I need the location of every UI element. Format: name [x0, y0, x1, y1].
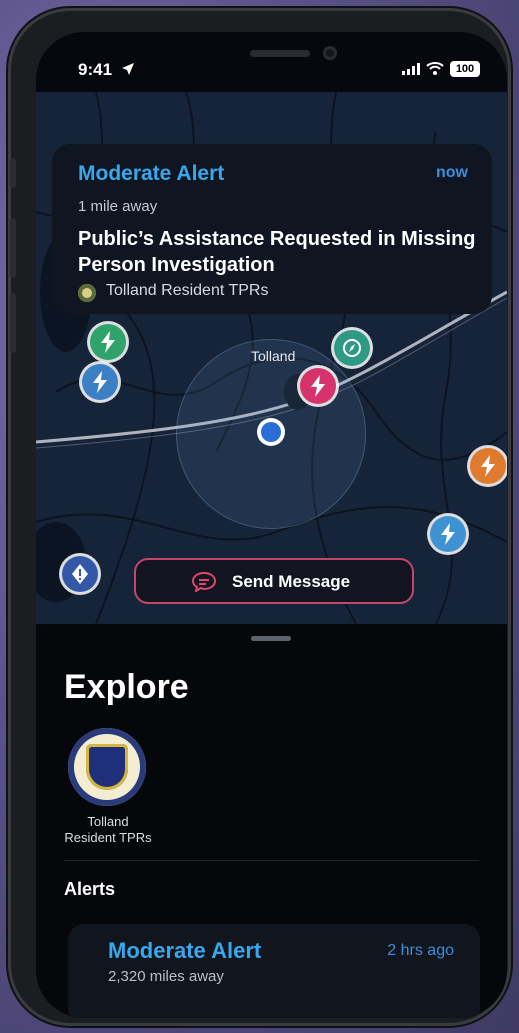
send-message-label: Send Message	[232, 572, 351, 591]
notification-source: Tolland Resident TPRs	[106, 282, 269, 299]
sheet-grabber[interactable]	[251, 636, 291, 641]
agency-name[interactable]: Tolland Resident TPRs	[60, 814, 156, 846]
map-pin-bolt-4[interactable]	[430, 516, 466, 552]
bolt-icon	[481, 455, 495, 477]
map-pin-bolt-3[interactable]	[470, 448, 506, 484]
earpiece-speaker	[250, 50, 310, 57]
volume-up-button	[10, 218, 16, 278]
map-pin-warning[interactable]	[62, 556, 98, 592]
alert-card-distance: 2,320 miles away	[108, 968, 224, 985]
send-message-button[interactable]: Send Message	[134, 558, 414, 604]
bolt-icon	[93, 371, 107, 393]
map-pin-bolt-2[interactable]	[82, 364, 118, 400]
notification-time: now	[436, 164, 468, 181]
alerts-heading: Alerts	[64, 879, 116, 899]
current-location-dot	[261, 422, 281, 442]
explore-title: Explore	[64, 668, 189, 706]
map-pin-compass[interactable]	[334, 330, 370, 366]
front-camera	[323, 46, 337, 60]
notification-distance: 1 mile away	[78, 198, 158, 215]
bolt-icon	[101, 331, 115, 353]
status-bar: 9:41 100	[36, 32, 507, 92]
map-view[interactable]: Tolland Moderate Alert now 1 mile away P…	[36, 92, 507, 624]
location-arrow-icon	[122, 63, 134, 75]
state-police-logo[interactable]	[68, 728, 146, 806]
volume-down-button	[10, 293, 16, 353]
mute-switch	[10, 158, 16, 188]
notification-title: Moderate Alert	[78, 162, 225, 185]
notification-headline: Public’s Assistance Requested in Missing…	[78, 228, 476, 276]
explore-sheet[interactable]: Explore Tolland Resident TPRs Alerts Mod…	[36, 624, 507, 1018]
bolt-icon	[441, 523, 455, 545]
screen: Tolland Moderate Alert now 1 mile away P…	[36, 32, 507, 1018]
divider	[64, 860, 479, 861]
shield-emblem-icon	[86, 744, 128, 790]
battery-icon: 100	[450, 61, 480, 77]
bolt-icon	[311, 375, 325, 397]
compass-icon	[343, 339, 361, 357]
alert-notification[interactable]: Moderate Alert now 1 mile away Public’s …	[52, 144, 492, 314]
agency-badge-icon	[78, 284, 96, 302]
alert-card-title: Moderate Alert	[108, 938, 262, 963]
warning-icon	[72, 564, 88, 584]
alert-card-time: 2 hrs ago	[387, 942, 454, 959]
cellular-signal-icon	[402, 63, 420, 75]
chat-bubble-icon	[192, 572, 216, 592]
phone-frame: Tolland Moderate Alert now 1 mile away P…	[8, 8, 511, 1026]
alert-card[interactable]: Moderate Alert 2 hrs ago 2,320 miles awa…	[68, 924, 480, 1018]
map-pin-bolt-selected[interactable]	[300, 368, 336, 404]
wifi-icon	[426, 62, 444, 75]
map-pin-bolt-1[interactable]	[90, 324, 126, 360]
status-time: 9:41	[78, 60, 113, 79]
town-label: Tolland	[251, 348, 296, 364]
